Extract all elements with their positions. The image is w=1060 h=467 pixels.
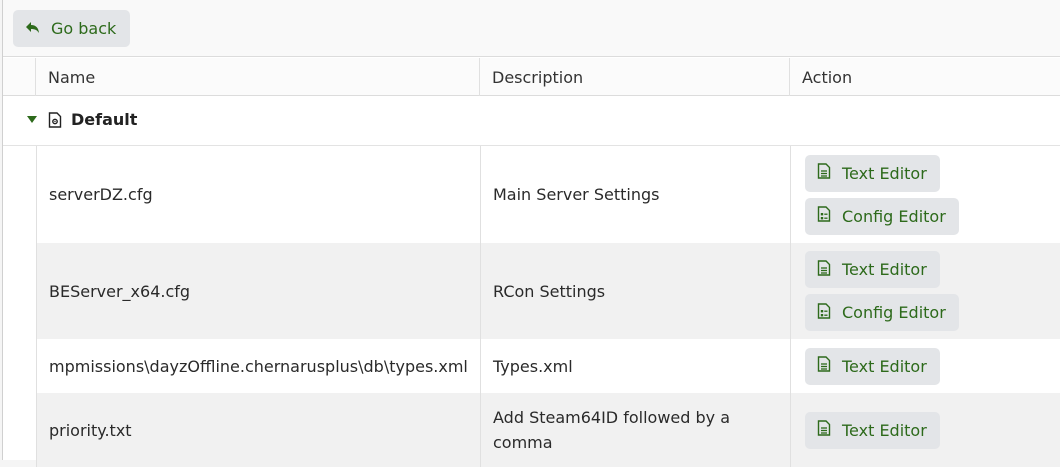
- header-gutter: [3, 58, 36, 96]
- column-header-action: Action: [802, 67, 853, 87]
- column-header-name[interactable]: Name: [36, 58, 480, 96]
- go-back-label: Go back: [51, 19, 117, 38]
- text-editor-label: Text Editor: [842, 356, 927, 376]
- file-name: serverDZ.cfg: [37, 146, 481, 243]
- form-file-icon: [817, 302, 831, 323]
- settings-file-icon: [48, 112, 62, 128]
- text-editor-button[interactable]: Text Editor: [805, 347, 940, 385]
- row-actions: Text Editor: [791, 393, 1060, 467]
- text-editor-button[interactable]: Text Editor: [805, 154, 940, 192]
- file-manager-panel: Go back Name Description Action Default …: [2, 0, 1060, 467]
- text-editor-button[interactable]: Text Editor: [805, 251, 940, 288]
- table-row: BEServer_x64.cfg RCon Settings Text Edit…: [36, 243, 1060, 339]
- text-file-icon: [817, 163, 831, 183]
- text-file-icon: [817, 420, 831, 440]
- chevron-down-icon[interactable]: [27, 116, 37, 123]
- go-back-button[interactable]: Go back: [13, 10, 131, 47]
- config-editor-button[interactable]: Config Editor: [805, 294, 959, 331]
- file-description: Types.xml: [481, 339, 791, 393]
- table-header: Name Description Action: [3, 58, 1060, 96]
- text-editor-label: Text Editor: [842, 163, 927, 183]
- reply-arrow-icon: [25, 19, 41, 39]
- file-rows: serverDZ.cfg Main Server Settings Text E…: [36, 146, 1060, 467]
- column-header-description[interactable]: Description: [480, 58, 790, 96]
- group-row-default[interactable]: Default: [3, 97, 1060, 146]
- config-editor-label: Config Editor: [842, 303, 946, 322]
- file-description: Main Server Settings: [481, 146, 791, 243]
- file-name: priority.txt: [37, 393, 481, 467]
- text-editor-label: Text Editor: [842, 420, 927, 440]
- row-actions: Text Editor: [791, 339, 1060, 393]
- file-description: Add Steam64ID followed by a comma: [481, 393, 791, 467]
- text-file-icon: [817, 356, 831, 376]
- toolbar: Go back: [3, 0, 1060, 57]
- group-title: Default: [71, 110, 138, 129]
- table-row: serverDZ.cfg Main Server Settings Text E…: [36, 146, 1060, 243]
- form-file-icon: [817, 206, 831, 226]
- text-editor-label: Text Editor: [842, 260, 927, 279]
- file-name: BEServer_x64.cfg: [37, 243, 481, 339]
- config-editor-label: Config Editor: [842, 206, 946, 226]
- table-row: mpmissions\dayzOffline.chernarusplus\db\…: [36, 339, 1060, 393]
- file-description: RCon Settings: [481, 243, 791, 339]
- text-file-icon: [817, 259, 831, 280]
- row-actions: Text Editor Config Editor: [791, 243, 1060, 339]
- config-editor-button[interactable]: Config Editor: [805, 197, 959, 235]
- file-name: mpmissions\dayzOffline.chernarusplus\db\…: [37, 339, 481, 393]
- table-row: priority.txt Add Steam64ID followed by a…: [36, 393, 1060, 467]
- row-actions: Text Editor Config Editor: [791, 146, 1060, 243]
- text-editor-button[interactable]: Text Editor: [805, 411, 940, 449]
